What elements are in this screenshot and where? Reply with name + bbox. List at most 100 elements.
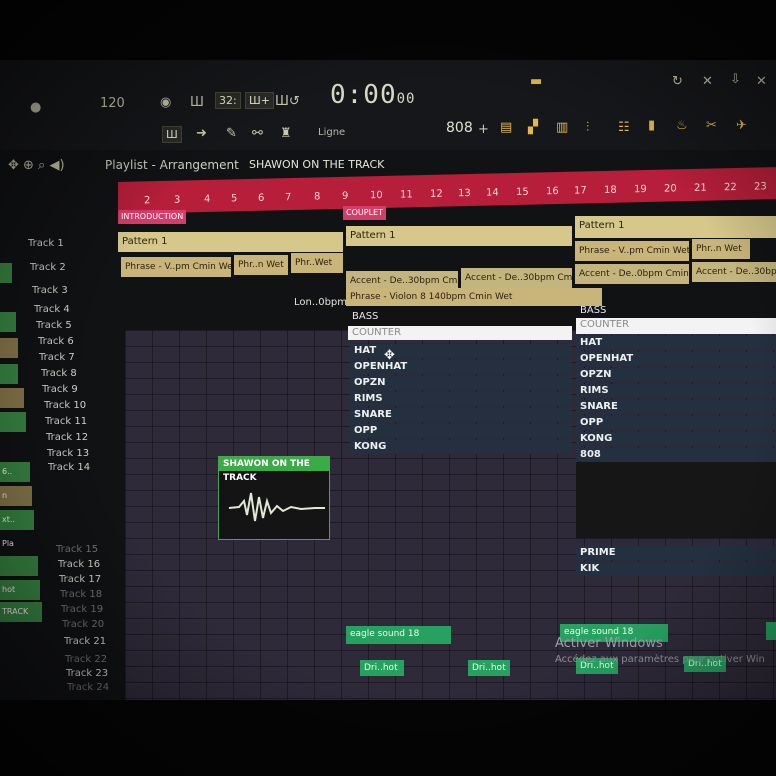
dri-hot-clip[interactable]: Dri..hot (468, 660, 510, 676)
track-name[interactable]: Track 5 (36, 320, 72, 331)
eagle-sound-clip[interactable] (766, 622, 776, 640)
plugin-icon[interactable]: ♨ (676, 118, 688, 133)
drum-clip[interactable]: HAT (576, 336, 776, 350)
tools-icon[interactable]: ✂ (706, 118, 717, 133)
mixer-icon[interactable]: ⫶ (586, 120, 589, 135)
dri-hot-clip[interactable]: Dri..hot (360, 660, 404, 676)
counter-clip[interactable]: COUNTER (576, 318, 776, 334)
track-name[interactable]: Track 20 (62, 619, 104, 630)
track-name[interactable]: Track 2 (30, 262, 66, 273)
record-icon[interactable]: ◉ (160, 95, 171, 110)
timeline-ruler[interactable]: 2 3 4 5 6 7 8 9 10 11 12 13 14 15 16 17 … (118, 167, 776, 214)
drum-clip[interactable]: KONG (350, 440, 572, 454)
phrase-clip[interactable]: Phrase - V..pm Cmin Wet (121, 257, 231, 277)
play-dot-icon[interactable]: ● (30, 100, 41, 115)
channel-rack-icon[interactable]: ▥ (556, 120, 568, 135)
snap-selector[interactable]: Ligne (318, 127, 345, 138)
playlist-icon[interactable]: ▤ (500, 120, 512, 135)
phrase-clip[interactable]: Phr..Wet (291, 253, 343, 273)
bass-clip[interactable]: BASS (348, 310, 572, 324)
marker-introduction[interactable]: INTRODUCTION (118, 210, 187, 224)
track-name[interactable]: Track 1 (28, 238, 64, 249)
drum-clip[interactable]: OPENHAT (576, 352, 776, 366)
track-name[interactable]: Track 11 (45, 416, 87, 427)
arrow-icon[interactable]: ➜ (196, 126, 207, 141)
add-pattern-icon[interactable]: + (478, 122, 489, 137)
phrase-clip[interactable]: Phrase - V..pm Cmin Wet (575, 241, 689, 261)
loop-icon[interactable]: Ш↺ (275, 94, 300, 109)
track-name[interactable]: Track 8 (41, 368, 77, 379)
drum-clip[interactable]: OPZN (350, 376, 572, 390)
pattern-clip[interactable]: Pattern 1 (575, 216, 776, 238)
channel-side-strip[interactable]: TRACK (0, 602, 42, 622)
channel-side-strip[interactable]: hot (0, 580, 40, 600)
drum-clip[interactable]: RIMS (576, 384, 776, 398)
track-name[interactable]: Track 23 (66, 668, 108, 679)
drum-clip[interactable]: SNARE (350, 408, 572, 422)
track-name[interactable]: Track 18 (60, 589, 102, 600)
button-32[interactable]: 32: (215, 92, 241, 109)
button-step-plus[interactable]: Ш+ (245, 92, 274, 109)
track-name[interactable]: Track 10 (44, 400, 86, 411)
drum-clip[interactable]: OPZN (576, 368, 776, 382)
phrase-clip[interactable]: Phr..n Wet (692, 239, 750, 259)
eagle-sound-clip[interactable]: eagle sound 18 (346, 626, 451, 644)
drum-clip[interactable]: RIMS (350, 392, 572, 406)
channel-side-strip[interactable]: 6.. (0, 462, 30, 482)
track-name[interactable]: Track 3 (32, 285, 68, 296)
channel-side-strip[interactable]: Pla (0, 534, 36, 554)
track-name[interactable]: Track 14 (48, 462, 90, 473)
808-pattern-preview[interactable] (576, 462, 776, 538)
playlist-tools-icon[interactable]: ✥ ⊕ ⌕ ◀) (8, 158, 65, 173)
close-icon[interactable]: ✕ (756, 74, 767, 89)
channel-side-strip[interactable]: xt.. (0, 510, 34, 530)
stamp-icon[interactable]: ♜ (280, 126, 292, 141)
tempo-display[interactable]: 120 (100, 96, 125, 111)
accent-clip[interactable]: Accent - De..30bp (692, 262, 776, 282)
track-name[interactable]: Track 19 (61, 604, 103, 615)
phrase-clip[interactable]: Phr..n Wet (234, 255, 288, 275)
browser-icon[interactable]: ☷ (618, 120, 630, 135)
drum-clip[interactable]: KONG (576, 432, 776, 446)
track-name[interactable]: Track 7 (39, 352, 75, 363)
drum-clip[interactable]: OPP (350, 424, 572, 438)
accent-clip[interactable]: Accent - De..0bpm Cmin (575, 264, 689, 284)
prime-clip[interactable]: PRIME (576, 546, 776, 560)
counter-clip[interactable]: COUNTER (348, 326, 572, 340)
download-icon[interactable]: ⇩ (730, 72, 741, 87)
channel-side-strip[interactable] (0, 412, 26, 432)
x-icon[interactable]: ✕ (702, 74, 713, 89)
violon-clip[interactable]: Phrase - Violon 8 140bpm Cmin Wet (346, 288, 602, 306)
track-name[interactable]: Track 24 (67, 682, 109, 693)
channel-side-strip[interactable] (0, 364, 18, 384)
pattern-clip[interactable]: Pattern 1 (346, 226, 572, 246)
track-name[interactable]: Track 9 (42, 384, 78, 395)
channel-side-strip[interactable]: n (0, 486, 32, 506)
track-name[interactable]: Track 22 (65, 654, 107, 665)
file-icon[interactable]: ▮ (648, 118, 655, 133)
lon-clip[interactable]: Lon..0bpm (290, 294, 346, 312)
track-name[interactable]: Track 4 (34, 304, 70, 315)
drum-clip[interactable]: SNARE (576, 400, 776, 414)
track-name[interactable]: Track 6 (38, 336, 74, 347)
pattern-selector[interactable]: 808 (446, 120, 473, 136)
drum-clip[interactable]: 808 (576, 448, 776, 462)
channel-side-strip[interactable] (0, 338, 18, 358)
marker-couplet[interactable]: COUPLET (343, 206, 386, 220)
track-name[interactable]: Track 15 (56, 544, 98, 555)
drum-clip[interactable]: OPP (576, 416, 776, 430)
piano-roll-button[interactable]: Ш (162, 126, 182, 143)
accent-clip[interactable]: Accent - De..30bpm Cmin (461, 268, 572, 288)
pattern-clip[interactable]: Pattern 1 (118, 232, 343, 252)
brush-icon[interactable]: ✎ (226, 126, 237, 141)
channel-side-strip[interactable] (0, 556, 38, 576)
channel-side-strip[interactable] (0, 263, 12, 283)
track-name[interactable]: Track 21 (64, 636, 106, 647)
audio-clip[interactable]: SHAWON ON THE TRACK (218, 456, 330, 540)
channel-side-strip[interactable] (0, 388, 24, 408)
kik-clip[interactable]: KIK (576, 562, 776, 576)
track-name[interactable]: Track 17 (59, 574, 101, 585)
track-name[interactable]: Track 13 (47, 448, 89, 459)
refresh-icon[interactable]: ↻ (672, 74, 683, 89)
link-icon[interactable]: ⚯ (252, 126, 263, 141)
